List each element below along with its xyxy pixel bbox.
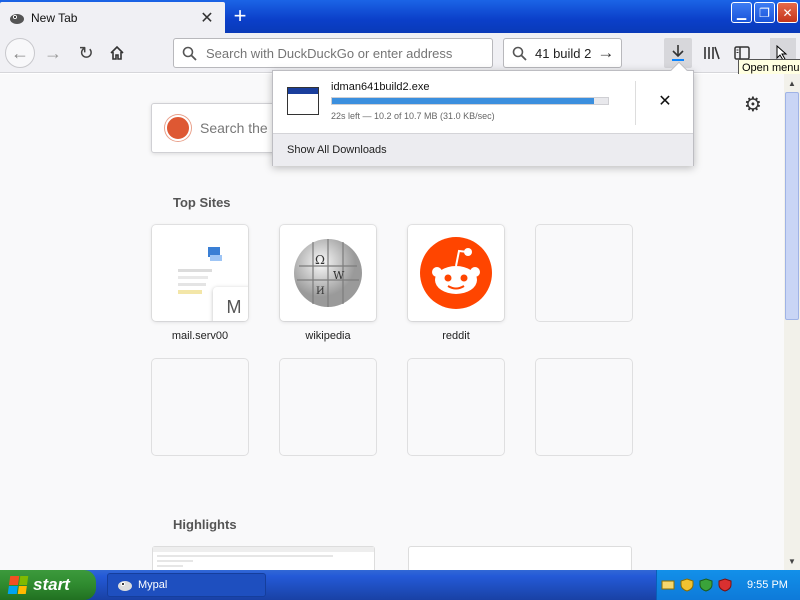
divider [635, 81, 636, 125]
empty-tile [408, 359, 504, 455]
site-label: wikipedia [305, 330, 351, 342]
download-status: 22s left — 10.2 of 10.7 MB (31.0 KB/sec) [331, 111, 495, 121]
back-button[interactable]: ← [5, 38, 35, 68]
show-all-downloads-button[interactable]: Show All Downloads [273, 133, 693, 166]
search-bar[interactable]: 41 build 2 → [503, 38, 622, 68]
tab-new-tab[interactable]: New Tab ✕ [0, 2, 225, 33]
url-input[interactable] [206, 45, 476, 61]
top-site-mail[interactable]: M mail.serv00 [152, 225, 248, 342]
task-label: Mypal [138, 579, 168, 591]
highlight-card[interactable] [152, 546, 375, 570]
cancel-download-icon[interactable]: ✕ [653, 89, 677, 113]
home-button[interactable] [102, 38, 132, 68]
search-icon [512, 46, 527, 61]
clock: 9:55 PM [747, 579, 788, 591]
maximize-button[interactable]: ❐ [754, 2, 775, 23]
top-site-empty [280, 359, 376, 455]
empty-tile [536, 359, 632, 455]
windows-flag-icon [7, 576, 29, 594]
forward-button[interactable]: → [38, 38, 68, 68]
taskbar: start Mypal 9:55 PM [0, 570, 800, 600]
top-sites-title: Top Sites [173, 195, 231, 210]
empty-tile [536, 225, 632, 321]
page-search-box[interactable]: Search the [151, 103, 281, 153]
top-site-wikipedia[interactable]: Ω W И wikipedia [280, 225, 376, 342]
search-go-icon[interactable]: → [597, 43, 614, 63]
network-icon[interactable] [660, 577, 676, 593]
scroll-down-icon[interactable]: ▼ [785, 554, 799, 568]
scroll-up-icon[interactable]: ▲ [785, 76, 799, 90]
empty-tile [280, 359, 376, 455]
site-tile[interactable] [408, 225, 504, 321]
download-progress-bar [331, 97, 609, 105]
search-icon [182, 46, 202, 61]
svg-text:W: W [333, 269, 345, 282]
close-tab-icon[interactable]: ✕ [197, 8, 217, 28]
search-text: 41 build 2 [535, 45, 592, 61]
top-site-empty [536, 359, 632, 455]
highlight-thumbnail-icon [153, 547, 374, 567]
download-icon [672, 45, 684, 61]
exe-file-icon [287, 87, 319, 115]
top-site-empty [152, 359, 248, 455]
shield-icon[interactable] [679, 577, 695, 593]
top-site-reddit[interactable]: reddit [408, 225, 504, 342]
wikipedia-globe-icon: Ω W И [294, 239, 362, 307]
minimize-button[interactable]: ▁ [731, 2, 752, 23]
top-site-empty [536, 225, 632, 321]
url-bar[interactable] [173, 38, 493, 68]
site-letter: M [213, 287, 248, 321]
sidebar-icon [734, 46, 750, 60]
svg-text:И: И [316, 286, 325, 297]
site-label: mail.serv00 [171, 330, 229, 342]
vertical-scrollbar[interactable]: ▲ ▼ [784, 74, 800, 570]
site-tile[interactable]: Ω W И [280, 225, 376, 321]
downloads-panel: idman641build2.exe 22s left — 10.2 of 10… [272, 61, 694, 166]
svg-text:Ω: Ω [315, 253, 325, 267]
start-label: start [33, 575, 70, 594]
new-tab-button[interactable]: + [229, 5, 251, 28]
site-label: reddit [442, 330, 470, 342]
security-icon[interactable] [698, 577, 714, 593]
reload-button[interactable]: ↻ [71, 38, 101, 68]
title-bar: New Tab ✕ + ▁ ❐ ✕ [0, 0, 800, 33]
library-button[interactable] [699, 38, 725, 68]
system-tray: 9:55 PM [656, 570, 800, 600]
top-site-empty [408, 359, 504, 455]
tab-title: New Tab [31, 10, 78, 25]
empty-tile [152, 359, 248, 455]
download-filename: idman641build2.exe [331, 81, 430, 93]
site-tile[interactable]: M [152, 225, 248, 321]
taskbar-item-mypal[interactable]: Mypal [107, 573, 266, 597]
page-search-placeholder: Search the [200, 120, 268, 136]
close-window-button[interactable]: ✕ [777, 2, 798, 23]
mypal-tab-icon [9, 10, 25, 26]
duckduckgo-logo-icon [165, 115, 191, 141]
highlight-card[interactable] [408, 546, 632, 570]
library-icon [704, 46, 720, 60]
start-button[interactable]: start [0, 570, 96, 600]
gear-icon[interactable]: ⚙ [743, 94, 763, 116]
highlights-title: Highlights [173, 517, 237, 532]
mypal-icon [117, 578, 133, 592]
alert-shield-icon[interactable] [717, 577, 733, 593]
reddit-logo-icon [420, 237, 492, 309]
scroll-thumb[interactable] [785, 92, 799, 320]
